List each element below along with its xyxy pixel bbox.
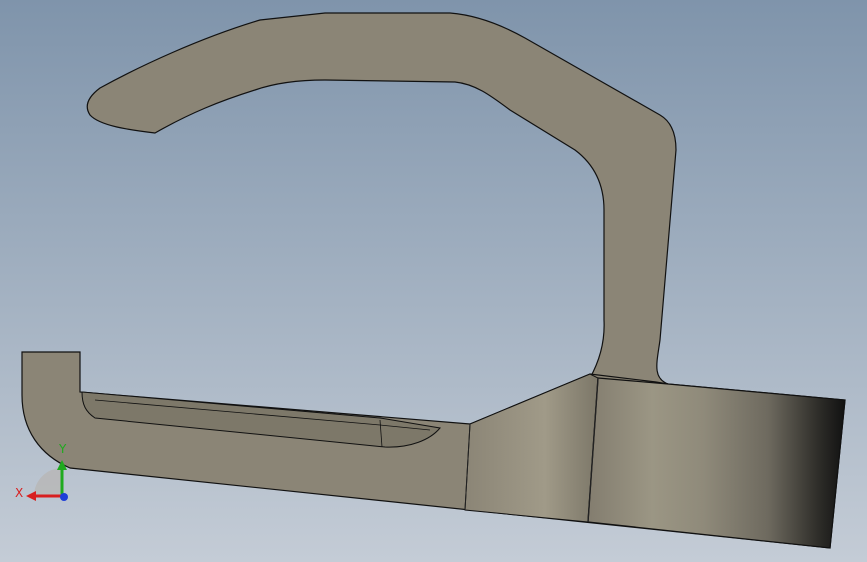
cylinder-boss <box>587 377 846 549</box>
y-axis-head <box>57 460 67 470</box>
y-axis-label: Y <box>58 442 67 456</box>
z-axis-dot <box>60 493 68 501</box>
hook-arm <box>86 12 677 385</box>
part-model[interactable] <box>0 0 867 562</box>
x-axis-label: X <box>15 486 23 500</box>
x-axis-head <box>26 491 36 501</box>
graphics-viewport[interactable]: X Y <box>0 0 867 562</box>
coordinate-triad[interactable]: X Y <box>12 440 76 510</box>
triad-quadrant <box>34 468 62 496</box>
hub-face <box>464 373 599 523</box>
